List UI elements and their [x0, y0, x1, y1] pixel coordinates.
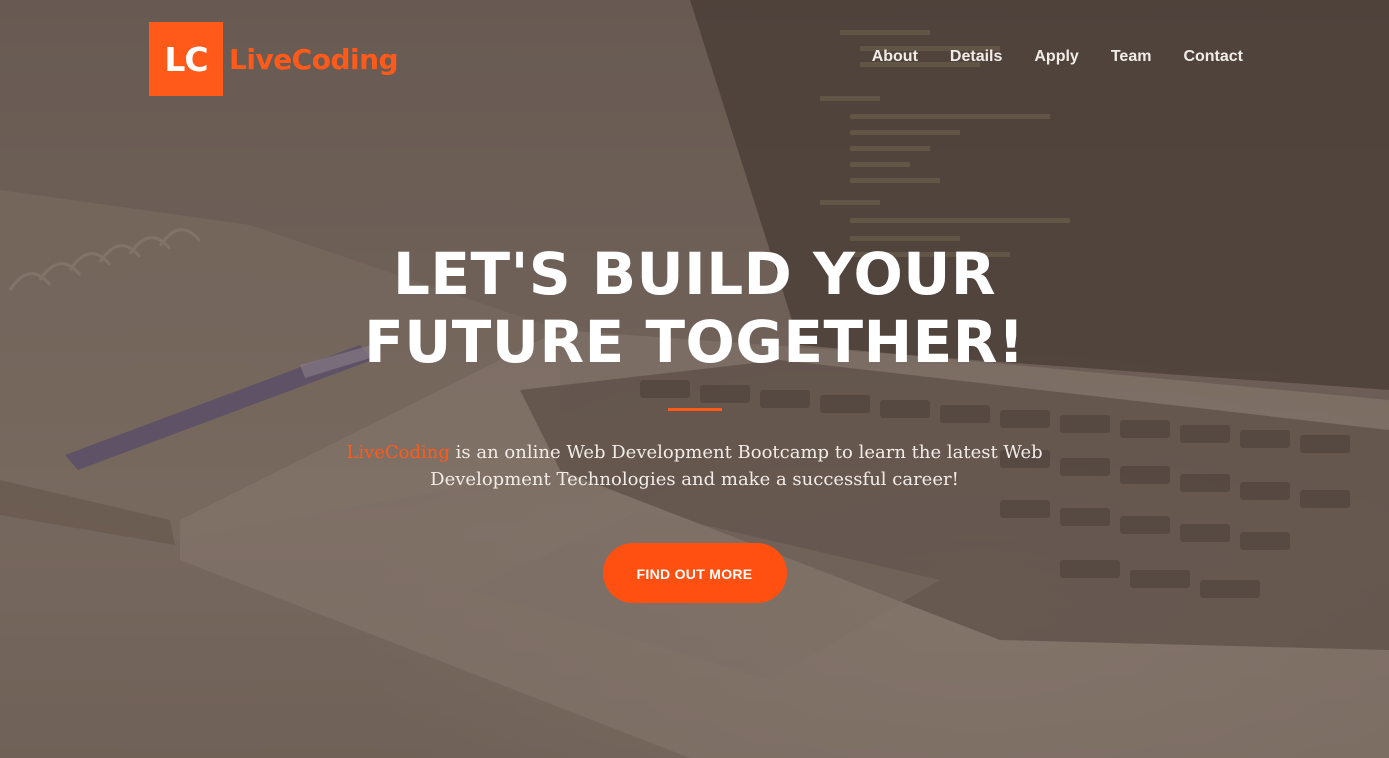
nav-link-contact[interactable]: Contact [1167, 48, 1259, 66]
hero-section: LET'S BUILD YOUR FUTURE TOGETHER! LiveCo… [0, 240, 1389, 603]
nav-link-team[interactable]: Team [1095, 48, 1168, 66]
brand-logo-mark: LC [149, 22, 223, 96]
hero-description-text: is an online Web Development Bootcamp to… [430, 442, 1043, 490]
nav-menu: About Details Apply Team Contact [856, 48, 1259, 66]
hero-title: LET'S BUILD YOUR FUTURE TOGETHER! [364, 240, 1025, 376]
navbar: LC LiveCoding About Details Apply Team C… [0, 0, 1389, 118]
find-out-more-button[interactable]: FIND OUT MORE [602, 543, 787, 603]
hero-divider [667, 408, 722, 411]
brand-logo-link[interactable]: LC LiveCoding [149, 22, 399, 96]
hero-description-brand: LiveCoding [346, 442, 450, 463]
nav-link-apply[interactable]: Apply [1018, 48, 1094, 66]
brand-name: LiveCoding [229, 42, 399, 76]
hero-description: LiveCoding is an online Web Development … [335, 439, 1055, 493]
nav-link-about[interactable]: About [856, 48, 934, 66]
nav-link-details[interactable]: Details [934, 48, 1018, 66]
